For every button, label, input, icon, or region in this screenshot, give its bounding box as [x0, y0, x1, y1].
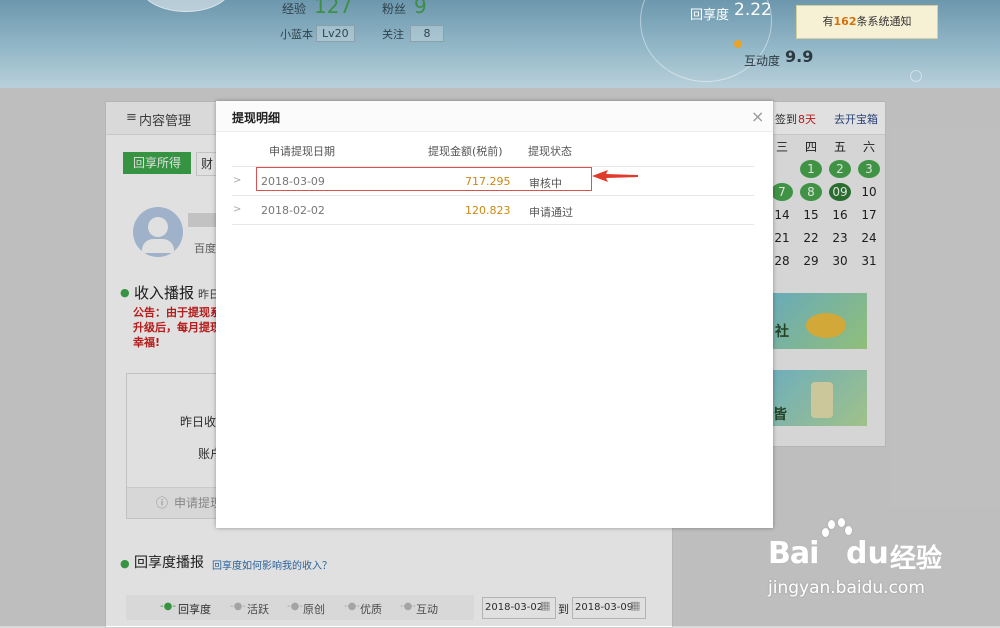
- chevron-right-icon[interactable]: >: [233, 204, 241, 215]
- progress-dot: [734, 40, 742, 48]
- chevron-right-icon[interactable]: >: [233, 175, 241, 186]
- col-header-status: 提现状态: [528, 145, 572, 158]
- exp-value: 127: [314, 0, 353, 18]
- table-row[interactable]: > 2018-02-02 120.823 申请通过: [232, 196, 754, 224]
- decor-bubble: [910, 70, 922, 82]
- watermark-brand: Bai: [768, 536, 819, 571]
- row-date: 2018-02-02: [261, 204, 325, 217]
- modal-title: 提现明细: [232, 111, 281, 125]
- exp-label: 经验: [282, 2, 307, 16]
- col-header-amount: 提现金额(税前): [428, 145, 503, 158]
- col-header-date: 申请提现日期: [269, 145, 335, 158]
- baidu-jingyan-watermark: Bai du 经验 jingyan.baidu.com: [768, 518, 988, 608]
- interact-value: 9.9: [785, 47, 814, 66]
- watermark-brand-2: du: [846, 536, 889, 571]
- follow-label: 关注: [382, 28, 404, 41]
- avatar-partial: [140, 0, 232, 12]
- watermark-url: jingyan.baidu.com: [768, 578, 925, 598]
- system-notice[interactable]: 有162条系统通知: [796, 5, 938, 39]
- close-icon[interactable]: ×: [751, 107, 764, 126]
- row-status: 申请通过: [529, 206, 573, 219]
- profile-header: 经验 127 粉丝 9 小蓝本 Lv20 关注 8 回享度 2.22 互动度 9…: [0, 0, 1000, 88]
- fans-label: 粉丝: [382, 2, 407, 16]
- divider: [232, 224, 754, 225]
- withdraw-details-modal: 提现明细 × 申请提现日期 提现金额(税前) 提现状态 > 2018-03-09…: [216, 101, 773, 528]
- highlight-box: [256, 167, 592, 191]
- interact-label: 互动度: [744, 54, 781, 68]
- level-label: 小蓝本: [280, 28, 313, 41]
- follow-count[interactable]: 8: [410, 25, 444, 42]
- red-arrow-icon: [592, 170, 638, 182]
- reply-rate-label: 回享度: [690, 8, 730, 23]
- watermark-cn: 经验: [890, 544, 943, 574]
- row-amount: 120.823: [465, 204, 511, 217]
- modal-header: [216, 101, 773, 132]
- level-badge: Lv20: [316, 25, 355, 42]
- fans-value: 9: [414, 0, 427, 18]
- reply-rate-value: 2.22: [734, 0, 772, 20]
